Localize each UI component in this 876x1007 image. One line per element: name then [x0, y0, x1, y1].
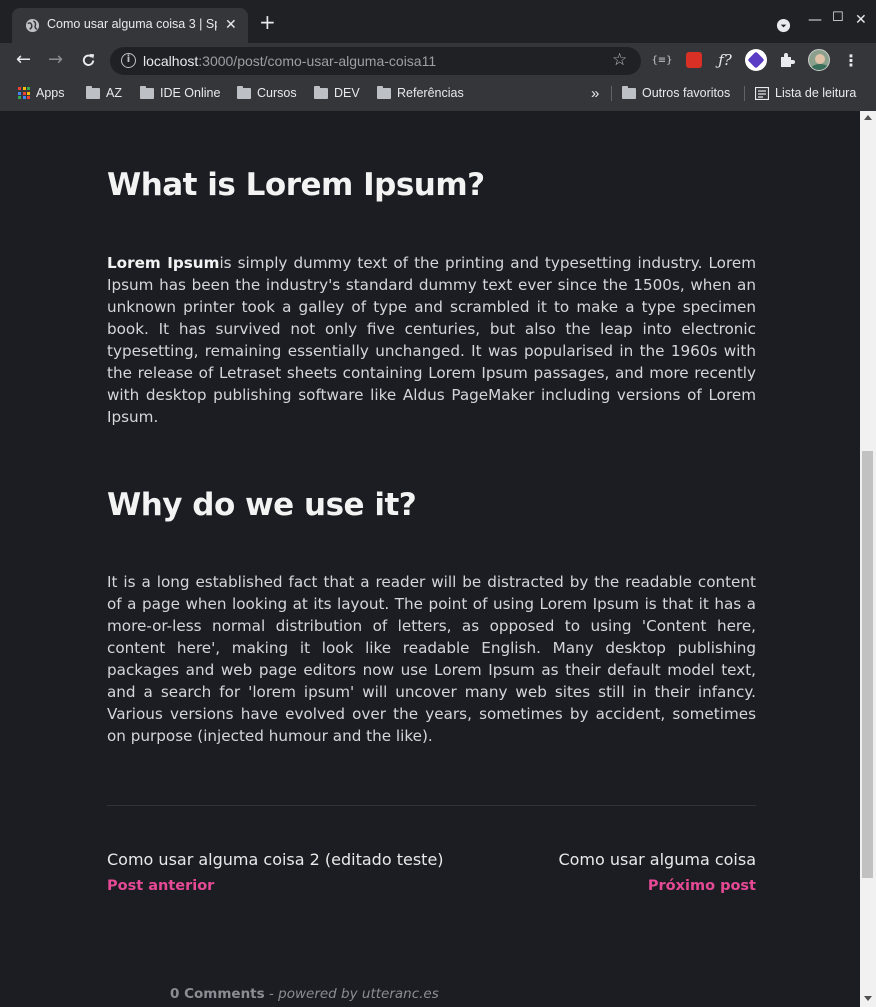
tab-search-icon[interactable] — [776, 18, 791, 33]
bookmark-label: Cursos — [257, 86, 297, 100]
post-divider — [107, 805, 756, 806]
back-icon[interactable]: ← — [16, 50, 31, 70]
forward-icon[interactable]: → — [48, 50, 63, 70]
section-paragraph: It is a long established fact that a rea… — [107, 573, 756, 745]
bookmark-label: IDE Online — [160, 86, 221, 100]
scroll-down-icon[interactable] — [864, 996, 872, 1001]
bookmark-label: Referências — [397, 86, 464, 100]
folder-icon — [86, 85, 100, 99]
new-tab-button[interactable]: + — [259, 12, 276, 32]
reading-list-button[interactable]: Lista de leitura — [755, 85, 856, 101]
section-paragraph: Lorem Ipsumis simply dummy text of the p… — [107, 252, 756, 428]
article-section-2-body: It is a long established fact that a rea… — [107, 571, 756, 747]
bookmark-label: DEV — [334, 86, 360, 100]
bookmarks-overflow-icon[interactable]: » — [591, 85, 599, 102]
apps-grid-icon — [18, 87, 30, 99]
next-post-title[interactable]: Como usar alguma coisa — [558, 850, 756, 869]
hexagon-extension-icon[interactable] — [745, 49, 767, 71]
red-extension-icon[interactable] — [683, 49, 705, 71]
prev-post-title[interactable]: Como usar alguma coisa 2 (editado teste) — [107, 850, 444, 869]
reading-list-label: Lista de leitura — [775, 86, 857, 100]
next-post-link[interactable]: Próximo post — [648, 878, 756, 894]
address-bar[interactable]: i localhost:3000/post/como-usar-alguma-c… — [110, 47, 641, 75]
minimize-icon[interactable]: — — [808, 12, 822, 28]
bookmark-label: Outros favoritos — [642, 86, 731, 100]
maximize-icon[interactable]: ☐ — [832, 10, 844, 25]
prev-post-link[interactable]: Post anterior — [107, 878, 214, 894]
page-content: What is Lorem Ipsum? Lorem Ipsumis simpl… — [0, 111, 860, 1007]
powered-by-link[interactable]: powered by utteranc.es — [278, 986, 439, 1002]
folder-icon — [377, 85, 391, 99]
bookmark-apps[interactable]: Apps — [18, 85, 65, 101]
json-viewer-icon[interactable]: {≡} — [651, 49, 673, 71]
article-section-2: Why do we use it? — [107, 487, 756, 523]
browser-toolbar: ← → i localhost:3000/post/como-usar-algu… — [0, 43, 876, 79]
browser-tab[interactable]: Como usar alguma coisa 3 | Sp ✕ — [12, 8, 248, 43]
article-section-1-body: Lorem Ipsumis simply dummy text of the p… — [107, 252, 756, 428]
bookmark-label: Apps — [36, 86, 65, 100]
close-tab-icon[interactable]: ✕ — [225, 17, 237, 33]
bookmark-cursos[interactable]: Cursos — [237, 85, 297, 101]
browser-chrome: Como usar alguma coisa 3 | Sp ✕ + — ☐ ✕ … — [0, 0, 876, 111]
function-icon[interactable]: ƒ? — [714, 49, 736, 71]
bookmark-star-icon[interactable]: ☆ — [612, 50, 627, 70]
reload-icon[interactable] — [80, 52, 97, 69]
section-heading: What is Lorem Ipsum? — [107, 167, 485, 203]
avatar[interactable] — [808, 49, 830, 71]
bookmark-other-favorites[interactable]: Outros favoritos — [622, 85, 730, 101]
bookmarks-bar: Apps AZ IDE Online Cursos DEV Referência… — [0, 79, 876, 107]
scroll-up-icon[interactable] — [864, 115, 872, 120]
section-heading: Why do we use it? — [107, 487, 417, 523]
url-host: localhost — [143, 53, 199, 69]
comments-separator: - — [264, 986, 279, 1002]
folder-icon — [314, 85, 328, 99]
comments-count[interactable]: 0 Comments — [170, 986, 265, 1002]
menu-kebab-icon[interactable]: ⋮ — [840, 49, 862, 71]
url-path: :3000/post/como-usar-alguma-coisa11 — [198, 53, 437, 69]
reading-list-icon — [755, 86, 769, 100]
scrollbar-thumb[interactable] — [862, 451, 873, 878]
paragraph-text: is simply dummy text of the printing and… — [107, 254, 757, 426]
tab-strip: Como usar alguma coisa 3 | Sp ✕ + — ☐ ✕ — [0, 0, 876, 43]
folder-icon — [237, 85, 251, 99]
bookmarks-divider — [611, 86, 612, 101]
bookmarks-divider — [744, 86, 745, 101]
site-info-icon[interactable]: i — [121, 53, 136, 68]
puzzle-icon[interactable] — [778, 51, 796, 69]
vertical-scrollbar[interactable] — [860, 111, 876, 1007]
url-text[interactable]: localhost:3000/post/como-usar-alguma-coi… — [143, 53, 436, 69]
bookmark-referencias[interactable]: Referências — [377, 85, 464, 101]
bookmark-ide-online[interactable]: IDE Online — [140, 85, 220, 101]
bold-lead: Lorem Ipsum — [107, 254, 220, 272]
bookmark-dev[interactable]: DEV — [314, 85, 360, 101]
folder-icon — [622, 85, 636, 99]
globe-icon — [25, 18, 40, 33]
close-window-icon[interactable]: ✕ — [855, 12, 867, 28]
article-section-1: What is Lorem Ipsum? — [107, 167, 756, 203]
tab-title: Como usar alguma coisa 3 | Sp — [47, 17, 217, 31]
comments-footer: 0 Comments - powered by utteranc.es — [170, 986, 439, 1002]
bookmark-az[interactable]: AZ — [86, 85, 122, 101]
bookmark-label: AZ — [106, 86, 122, 100]
folder-icon — [140, 85, 154, 99]
